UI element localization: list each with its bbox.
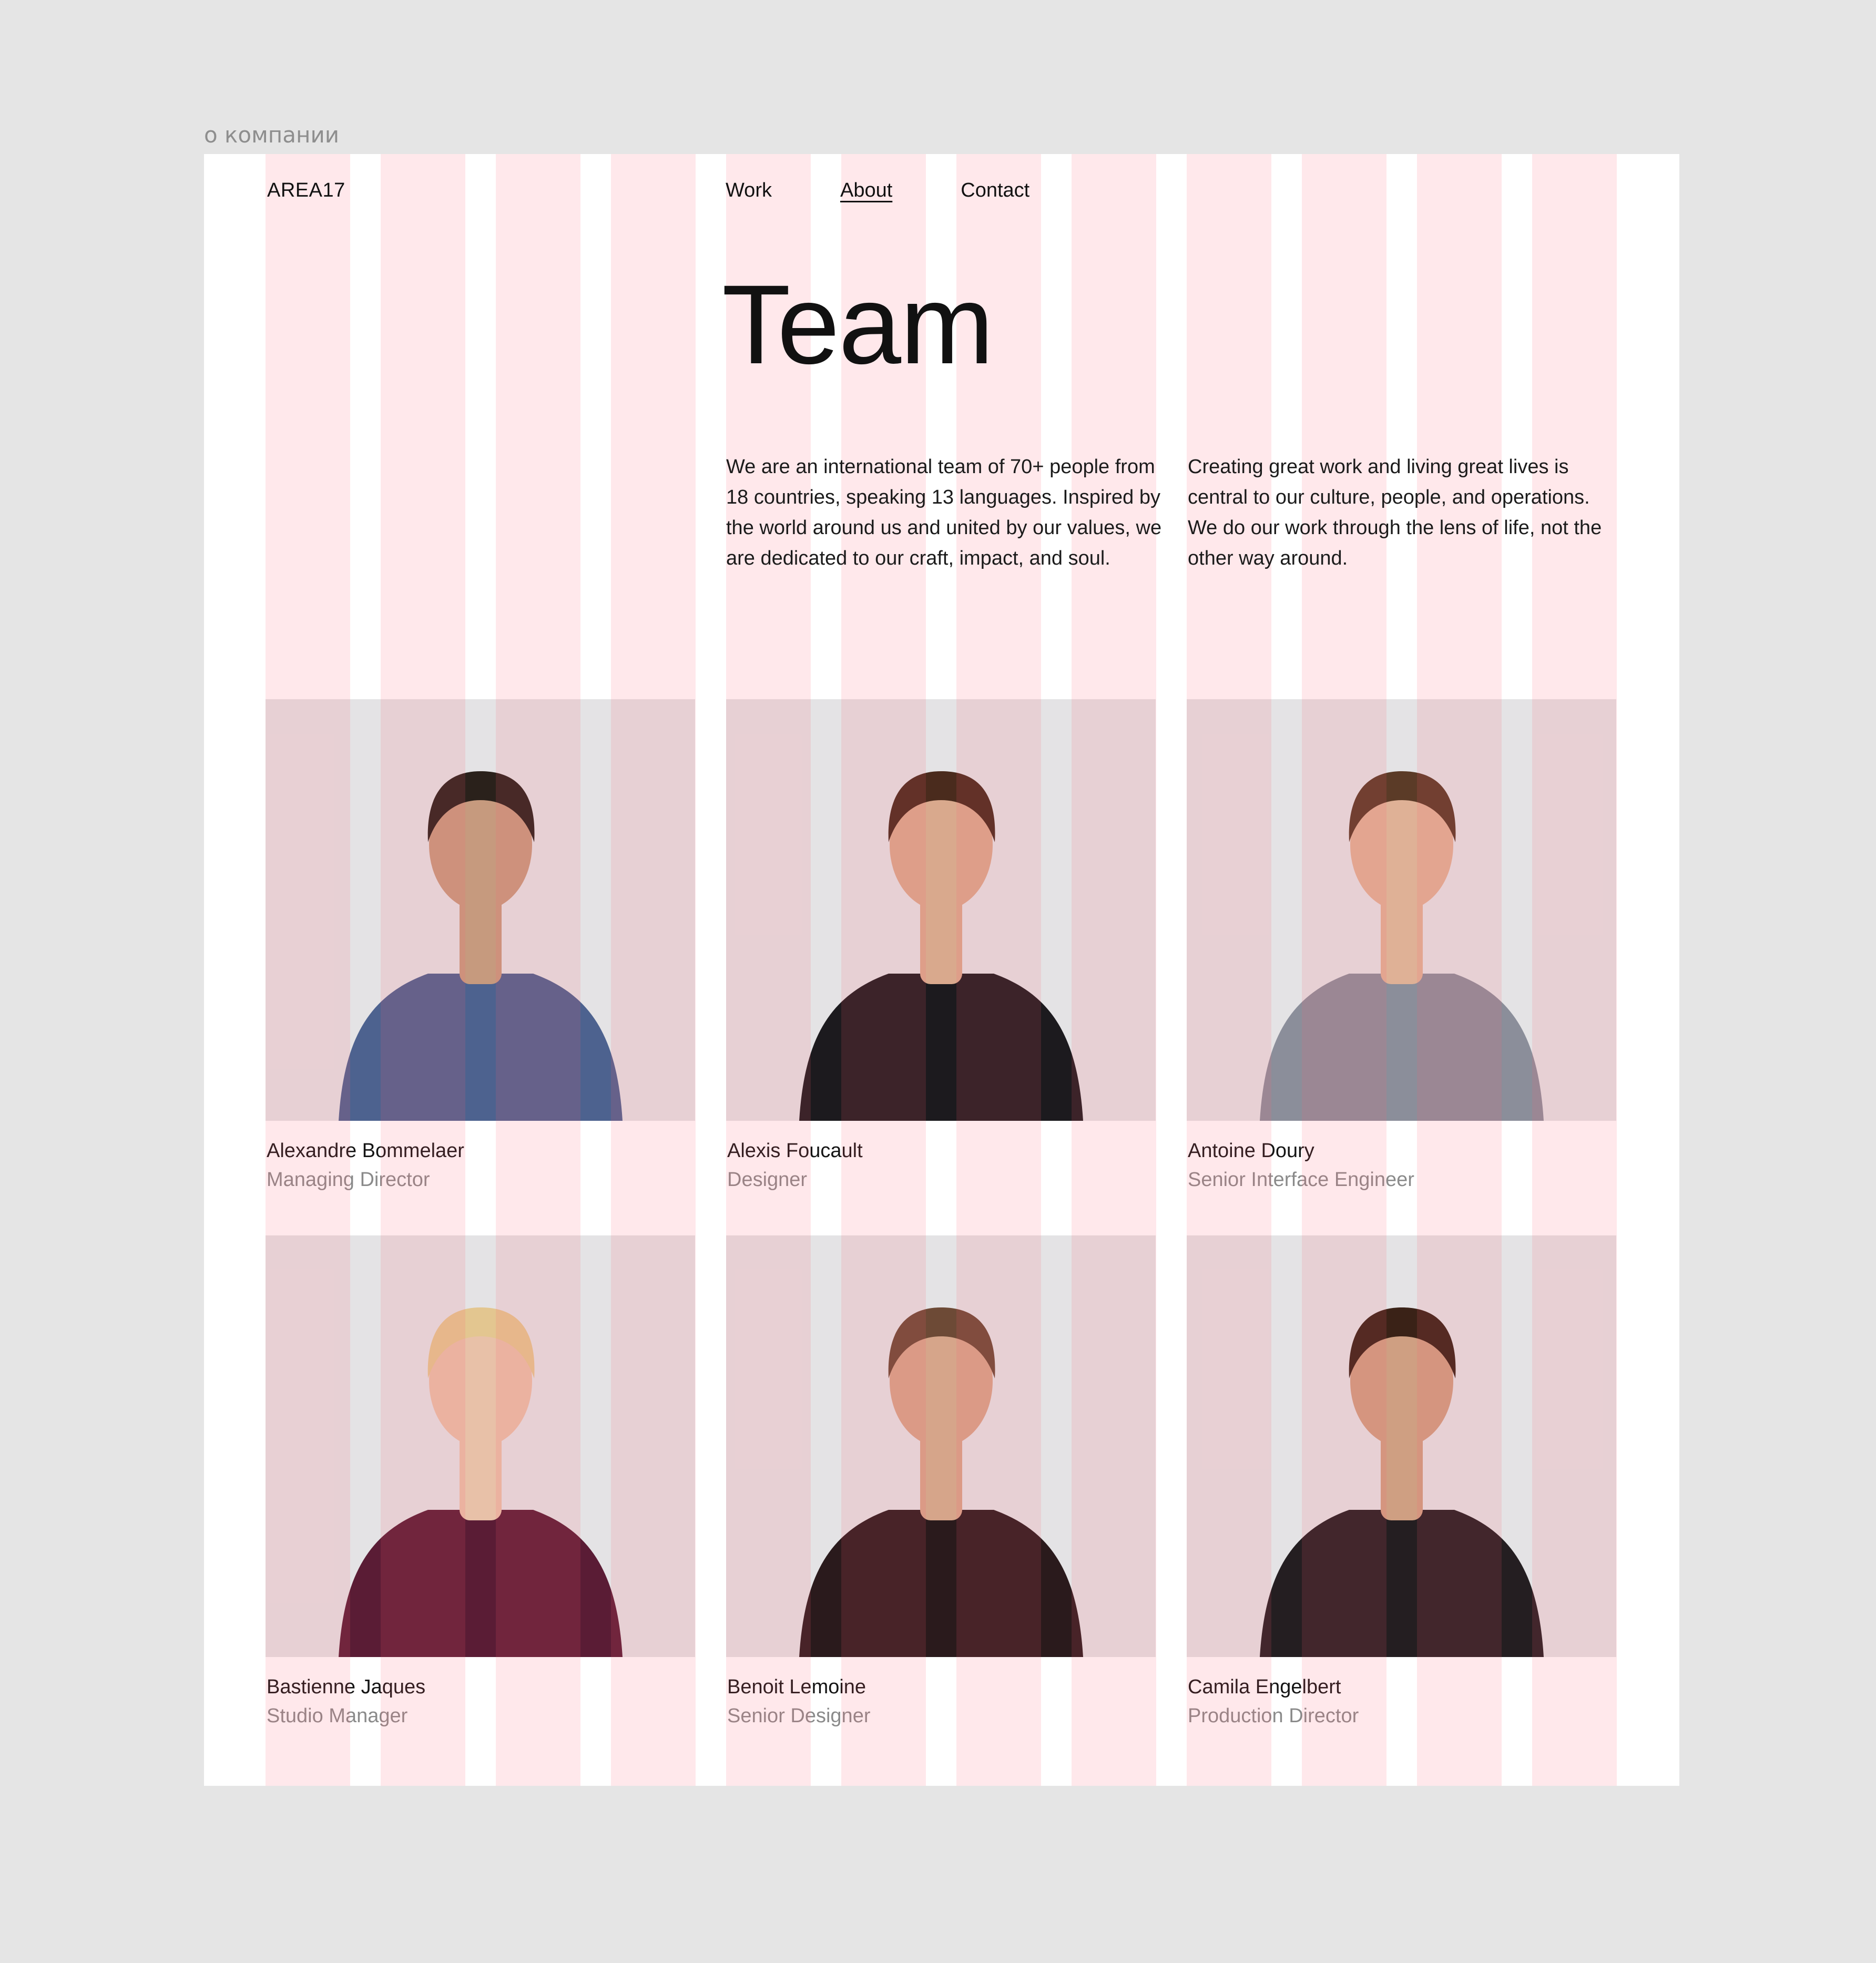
team-card[interactable]: Antoine Doury Senior Interface Engineer <box>1187 699 1616 1191</box>
team-member-name: Alexis Foucault <box>727 1140 863 1162</box>
person-portrait <box>338 1307 623 1657</box>
team-photo <box>266 1235 695 1657</box>
team-member-role: Studio Manager <box>267 1705 408 1727</box>
team-photo <box>726 699 1156 1121</box>
portrait-torso <box>1259 1510 1544 1657</box>
portrait-torso <box>338 1510 623 1657</box>
team-member-role: Designer <box>727 1169 808 1191</box>
page-title: Team <box>722 262 994 387</box>
team-member-name: Camila Engelbert <box>1188 1676 1341 1698</box>
team-member-role: Senior Interface Engineer <box>1188 1169 1414 1191</box>
site-logo[interactable]: AREA17 <box>267 179 345 202</box>
team-card[interactable]: Alexandre Bommelaer Managing Director <box>266 699 695 1191</box>
nav-link-contact[interactable]: Contact <box>961 179 1029 202</box>
team-photo <box>1187 1235 1616 1657</box>
team-member-role: Managing Director <box>267 1169 430 1191</box>
team-member-name: Alexandre Bommelaer <box>267 1140 464 1162</box>
portrait-torso <box>799 974 1083 1121</box>
team-member-name: Bastienne Jaques <box>267 1676 426 1698</box>
team-card[interactable]: Bastienne Jaques Studio Manager <box>266 1235 695 1727</box>
team-member-role: Production Director <box>1188 1705 1359 1727</box>
frame-label: о компании <box>204 122 340 148</box>
intro-paragraph-left: We are an international team of 70+ peop… <box>726 456 1162 569</box>
team-member-name: Antoine Doury <box>1188 1140 1314 1162</box>
nav-link-about[interactable]: About <box>840 179 892 202</box>
portrait-torso <box>799 1510 1083 1657</box>
portrait-torso <box>1259 974 1544 1121</box>
team-card[interactable]: Alexis Foucault Designer <box>726 699 1156 1191</box>
team-photo <box>266 699 695 1121</box>
team-card[interactable]: Camila Engelbert Production Director <box>1187 1235 1616 1727</box>
person-portrait <box>1259 1307 1544 1657</box>
team-card[interactable]: Benoit Lemoine Senior Designer <box>726 1235 1156 1727</box>
artboard: AREA17 Work About Contact Team We are an… <box>204 154 1679 1786</box>
intro-paragraph-right: Creating great work and living great liv… <box>1188 456 1602 569</box>
team-photo <box>1187 699 1616 1121</box>
team-member-name: Benoit Lemoine <box>727 1676 866 1698</box>
main-nav: Work About Contact <box>726 179 1098 202</box>
person-portrait <box>799 771 1083 1121</box>
nav-link-work[interactable]: Work <box>726 179 772 202</box>
person-portrait <box>338 771 623 1121</box>
person-portrait <box>1259 771 1544 1121</box>
portrait-torso <box>338 974 623 1121</box>
team-member-role: Senior Designer <box>727 1705 871 1727</box>
person-portrait <box>799 1307 1083 1657</box>
team-photo <box>726 1235 1156 1657</box>
